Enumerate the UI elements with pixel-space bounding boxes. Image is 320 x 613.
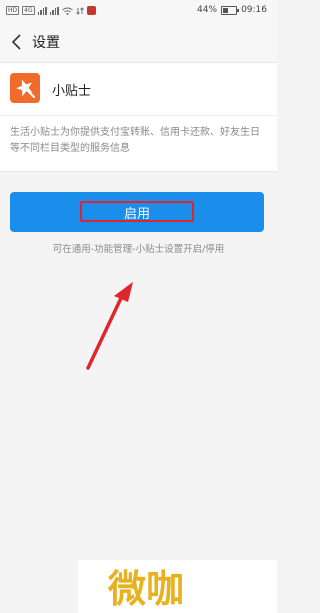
settings-hint: 可在通用-功能管理-小贴士设置开启/停用 — [52, 244, 225, 255]
navigation-bar: 设置 — [0, 22, 277, 62]
battery-percent: 44% — [197, 5, 218, 15]
status-icons-right: 44% 09:16 — [197, 5, 267, 15]
clock: 09:16 — [241, 5, 267, 15]
signal-icon-2 — [49, 6, 59, 15]
network-badge: 4G — [22, 6, 35, 15]
data-transfer-icon — [75, 6, 84, 15]
battery-level — [223, 7, 229, 13]
feature-description: 生活小贴士为你提供支付宝转账、信用卡还款、好友生日等不同栏目类型的服务信息 — [10, 127, 260, 154]
hd-badge: HD — [6, 6, 20, 15]
notification-icon — [86, 6, 96, 15]
divider — [0, 115, 277, 116]
watermark-logo: 微咖 — [78, 560, 277, 613]
back-chevron-icon[interactable] — [8, 32, 26, 52]
status-bar: HD 4G 44% 09:16 — [0, 0, 277, 22]
annotation-arrow-icon — [86, 282, 133, 370]
annotation-highlight-box — [80, 201, 194, 222]
status-icons-left: HD 4G — [6, 6, 96, 15]
page-title: 设置 — [32, 35, 60, 51]
tip-card: 小贴士 生活小贴士为你提供支付宝转账、信用卡还款、好友生日等不同栏目类型的服务信… — [0, 62, 277, 172]
wifi-icon — [61, 7, 73, 15]
signal-icon — [37, 6, 47, 15]
star-magic-icon — [10, 73, 40, 103]
app-name: 小贴士 — [52, 84, 92, 99]
battery-icon — [221, 5, 240, 15]
watermark-text: 微咖 — [107, 567, 184, 611]
